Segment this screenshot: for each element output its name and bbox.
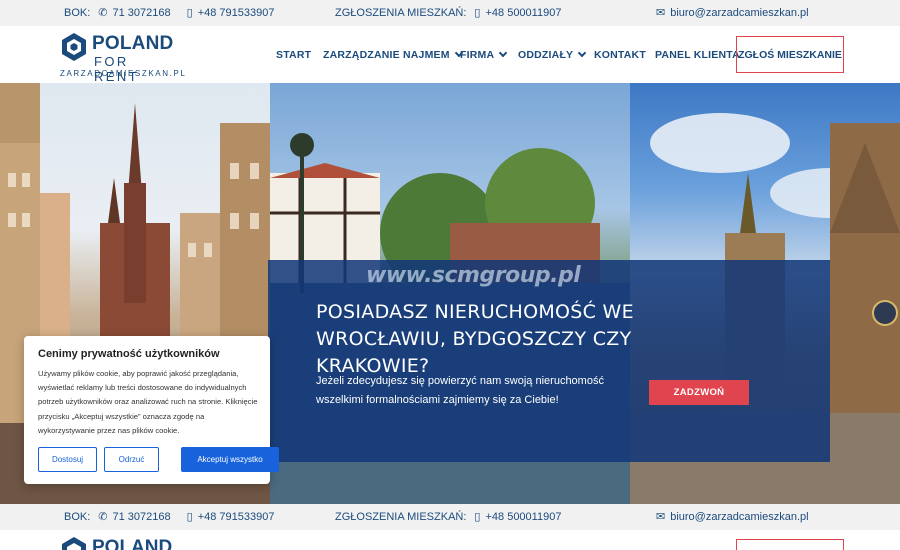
reports-phone-link[interactable]: +48 500011907 — [485, 511, 561, 523]
mobile-phone-icon: ▯ — [474, 510, 481, 523]
bok-mobile-link[interactable]: +48 791533907 — [198, 7, 275, 19]
cookie-reject-button[interactable]: Odrzuć — [104, 447, 159, 472]
reports-phone-link[interactable]: +48 500011907 — [485, 7, 561, 19]
nav-item-client-panel[interactable]: PANEL KLIENTA — [655, 26, 740, 83]
cta-label: ZGŁOŚ MIESZKANIE — [738, 48, 842, 61]
nav-item-label: ODDZIAŁY — [518, 48, 574, 61]
hero-description: Jeżeli zdecydujesz się powierzyć nam swo… — [316, 375, 604, 406]
bok-mobile-link[interactable]: +48 791533907 — [198, 511, 275, 523]
logo-line1: POLAND — [92, 33, 174, 54]
nav-item-label: ZARZĄDZANIE NAJMEM — [323, 48, 450, 61]
sticky-header-partial: POLAND — [0, 530, 900, 550]
mobile-phone-icon: ▯ — [186, 6, 193, 19]
bok-contact-group: BOK: ✆ 71 3072168 ▯ +48 791533907 — [64, 0, 274, 26]
nav-item-management[interactable]: ZARZĄDZANIE NAJMEM — [323, 26, 463, 83]
chevron-down-icon — [578, 48, 587, 57]
site-logo[interactable]: POLAND FOR RENT ZARZADCAMIESZKAN.PL — [60, 32, 185, 84]
top-contact-bar: BOK: ✆ 71 3072168 ▯ +48 791533907 ZGŁOSZ… — [0, 0, 900, 26]
reports-contact-group: ZGŁOSZENIA MIESZKAŃ: ▯ +48 500011907 — [335, 0, 561, 26]
nav-item-contact[interactable]: KONTAKT — [594, 26, 646, 83]
report-apartment-button[interactable] — [736, 539, 844, 550]
bok-label: BOK: — [64, 7, 91, 19]
nav-item-start[interactable]: START — [276, 26, 311, 83]
call-button[interactable]: ZADZWOŃ — [649, 380, 749, 405]
bok-phone-link[interactable]: 71 3072168 — [113, 511, 171, 523]
cookie-text: Używamy plików cookie, aby poprawić jako… — [38, 369, 258, 435]
logo-line3: ZARZADCAMIESZKAN.PL — [60, 69, 187, 78]
phone-icon: ✆ — [98, 6, 108, 19]
nav-item-label: FIRMA — [460, 48, 495, 61]
email-contact-group: ✉ biuro@zarzadcamieszkan.pl — [650, 0, 809, 26]
reports-label: ZGŁOSZENIA MIESZKAŃ: — [335, 511, 467, 523]
nav-item-branches[interactable]: ODDZIAŁY — [518, 26, 587, 83]
chevron-down-icon — [499, 48, 508, 57]
nav-item-label: PANEL KLIENTA — [655, 48, 740, 61]
reports-label: ZGŁOSZENIA MIESZKAŃ: — [335, 7, 467, 19]
envelope-icon: ✉ — [656, 510, 666, 523]
mobile-phone-icon: ▯ — [474, 6, 481, 19]
envelope-icon: ✉ — [656, 6, 666, 19]
nav-item-label: KONTAKT — [594, 48, 646, 61]
phone-icon: ✆ — [98, 510, 108, 523]
hero-watermark: www.scmgroup.pl — [366, 263, 581, 288]
site-header: POLAND FOR RENT ZARZADCAMIESZKAN.PL STAR… — [0, 26, 900, 84]
cookie-accept-all-button[interactable]: Akceptuj wszystko — [181, 447, 279, 472]
email-link[interactable]: biuro@zarzadcamieszkan.pl — [670, 511, 808, 523]
cookie-customize-button[interactable]: Dostosuj — [38, 447, 97, 472]
nav-item-company[interactable]: FIRMA — [460, 26, 508, 83]
cookie-consent-banner: Cenimy prywatność użytkowników Używamy p… — [24, 336, 279, 484]
nav-item-label: START — [276, 48, 312, 61]
reports-contact-group: ZGŁOSZENIA MIESZKAŃ: ▯ +48 500011907 — [335, 504, 561, 530]
hexagon-logo-icon — [62, 33, 86, 61]
hexagon-logo-icon — [62, 537, 86, 550]
email-contact-group: ✉ biuro@zarzadcamieszkan.pl — [650, 504, 809, 530]
email-link[interactable]: biuro@zarzadcamieszkan.pl — [670, 7, 808, 19]
logo-line1: POLAND — [92, 537, 173, 550]
report-apartment-button[interactable]: ZGŁOŚ MIESZKANIE — [736, 36, 844, 73]
mobile-phone-icon: ▯ — [186, 510, 193, 523]
bok-contact-group: BOK: ✆ 71 3072168 ▯ +48 791533907 — [64, 504, 274, 530]
cookie-title: Cenimy prywatność użytkowników — [38, 348, 220, 360]
hero-title: POSIADASZ NIERUCHOMOŚĆ WE WROCŁAWIU, BYD… — [316, 301, 634, 377]
bok-phone-link[interactable]: 71 3072168 — [113, 7, 171, 19]
bok-label: BOK: — [64, 511, 91, 523]
sticky-contact-bar: BOK: ✆ 71 3072168 ▯ +48 791533907 ZGŁOSZ… — [0, 504, 900, 530]
site-logo[interactable]: POLAND — [60, 536, 173, 550]
